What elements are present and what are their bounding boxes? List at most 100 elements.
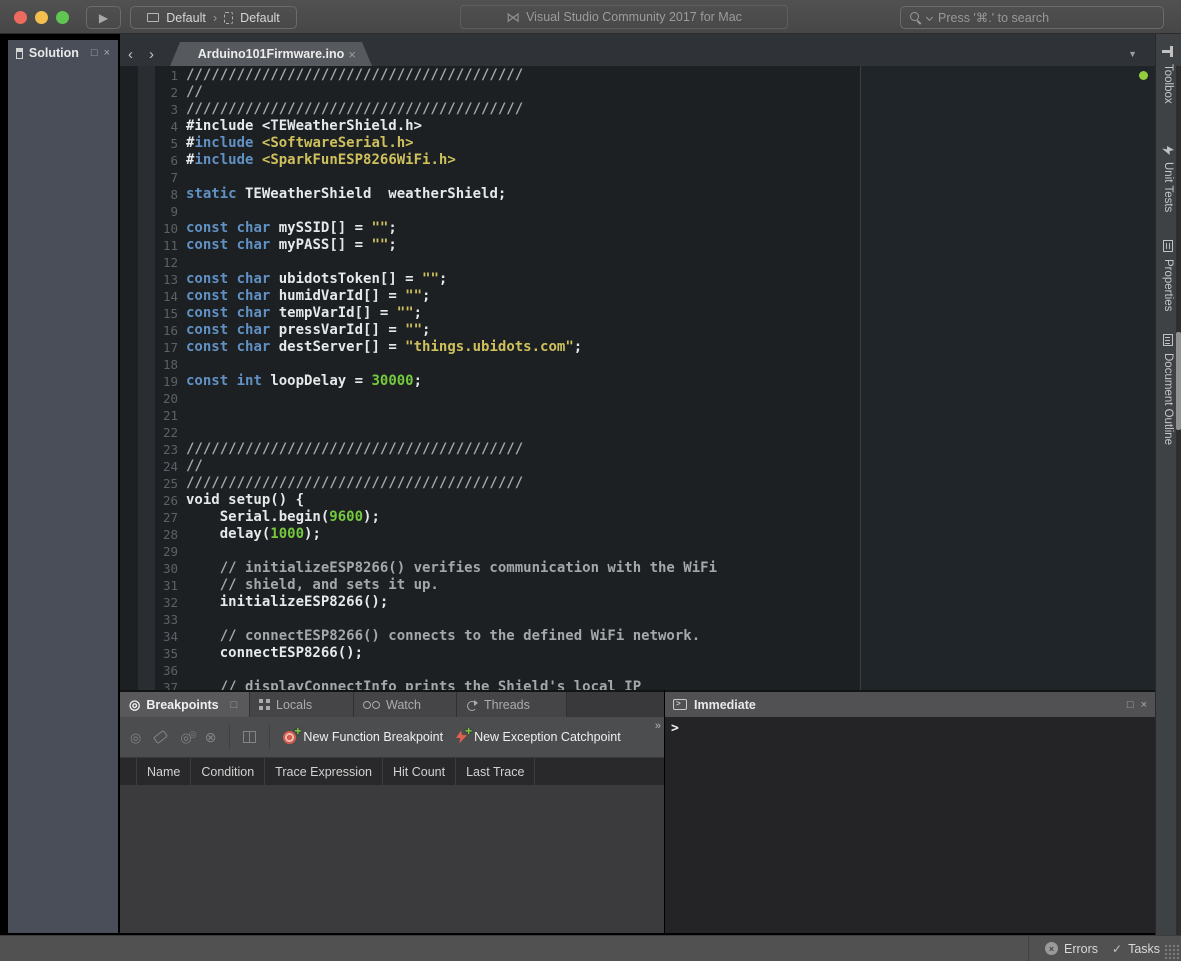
new-function-breakpoint-label: New Function Breakpoint [303, 730, 443, 744]
code-line-18[interactable]: 18 [120, 356, 1155, 373]
debug-tab-label: Breakpoints [146, 698, 218, 712]
watch-icon [363, 700, 380, 709]
code-line-2[interactable]: 2// [120, 84, 1155, 101]
code-text: //////////////////////////////////////// [186, 101, 523, 118]
line-number: 29 [120, 543, 178, 560]
toolbar-overflow-icon[interactable]: » [655, 720, 661, 732]
code-line-19[interactable]: 19const int loopDelay = 30000; [120, 373, 1155, 390]
errors-button[interactable]: × Errors [1045, 936, 1098, 961]
close-tab-icon[interactable]: × [348, 47, 356, 62]
code-line-22[interactable]: 22 [120, 424, 1155, 441]
resize-grip[interactable] [1164, 944, 1179, 959]
sidebar-scrollbar-thumb[interactable] [1176, 332, 1181, 430]
code-text: #include <SoftwareSerial.h> [186, 135, 414, 152]
token-p: void setup() { [186, 492, 304, 508]
close-window-button[interactable] [14, 11, 27, 24]
close-panel-button[interactable]: × [104, 47, 110, 59]
debug-tab-watch[interactable]: Watch [354, 692, 457, 717]
dock-panel-button[interactable]: □ [231, 699, 238, 711]
code-line-31[interactable]: 31 // shield, and sets it up. [120, 577, 1155, 594]
run-button[interactable]: ▶ [86, 6, 121, 29]
token-p: ; [574, 339, 582, 355]
token-p: ; [422, 322, 430, 338]
tab-list-dropdown-icon[interactable]: ▼ [1128, 49, 1137, 59]
remove-breakpoint-icon[interactable]: ⊗ [205, 729, 217, 746]
code-line-7[interactable]: 7 [120, 169, 1155, 186]
breakpoint-icon[interactable]: ◎ [130, 731, 141, 744]
minimize-window-button[interactable] [35, 11, 48, 24]
code-line-26[interactable]: 26void setup() { [120, 492, 1155, 509]
code-line-30[interactable]: 30 // initializeESP8266() verifies commu… [120, 560, 1155, 577]
token-p: ); [363, 509, 380, 525]
token-c: // [186, 458, 203, 474]
code-line-21[interactable]: 21 [120, 407, 1155, 424]
line-number: 4 [120, 118, 178, 135]
token-p: ; [422, 288, 430, 304]
column-header-last-trace[interactable]: Last Trace [456, 758, 535, 785]
code-line-20[interactable]: 20 [120, 390, 1155, 407]
sidebar-scrollbar-track[interactable] [1176, 66, 1181, 935]
code-line-33[interactable]: 33 [120, 611, 1155, 628]
column-header-name[interactable]: Name [137, 758, 191, 785]
code-text: const char humidVarId[] = ""; [186, 288, 430, 305]
code-line-3[interactable]: 3///////////////////////////////////////… [120, 101, 1155, 118]
navigate-forward-button[interactable]: › [149, 47, 154, 62]
dock-panel-button[interactable]: □ [1127, 699, 1134, 711]
code-line-9[interactable]: 9 [120, 203, 1155, 220]
clear-breakpoint-icon[interactable] [153, 730, 168, 744]
debug-tab-breakpoints[interactable]: ◎Breakpoints□× [120, 692, 250, 717]
code-line-23[interactable]: 23//////////////////////////////////////… [120, 441, 1155, 458]
code-line-1[interactable]: 1///////////////////////////////////////… [120, 67, 1155, 84]
navigate-back-button[interactable]: ‹ [128, 47, 133, 62]
columns-options-icon[interactable] [243, 731, 256, 743]
code-line-13[interactable]: 13const char ubidotsToken[] = ""; [120, 271, 1155, 288]
code-line-11[interactable]: 11const char myPASS[] = ""; [120, 237, 1155, 254]
code-line-14[interactable]: 14const char humidVarId[] = ""; [120, 288, 1155, 305]
debug-tab-threads[interactable]: Threads [457, 692, 567, 717]
line-number: 37 [120, 679, 178, 690]
code-editor[interactable]: 1///////////////////////////////////////… [120, 66, 1155, 690]
code-line-37[interactable]: 37 // displayConnectInfo prints the Shie… [120, 679, 1155, 690]
code-line-8[interactable]: 8static TEWeatherShield weatherShield; [120, 186, 1155, 203]
column-header-hit-count[interactable]: Hit Count [383, 758, 456, 785]
token-k: char [237, 322, 271, 338]
token-k: include [194, 135, 253, 151]
code-line-5[interactable]: 5#include <SoftwareSerial.h> [120, 135, 1155, 152]
dock-panel-button[interactable]: □ [91, 47, 98, 59]
tab-arduino101firmware[interactable]: Arduino101Firmware.ino × [170, 42, 372, 66]
breakpoints-list-area[interactable] [120, 785, 664, 933]
code-line-28[interactable]: 28 delay(1000); [120, 526, 1155, 543]
column-header-condition[interactable]: Condition [191, 758, 265, 785]
code-text: // [186, 84, 203, 101]
global-search-input[interactable]: Press '⌘.' to search [900, 6, 1164, 29]
code-line-32[interactable]: 32 initializeESP8266(); [120, 594, 1155, 611]
code-line-17[interactable]: 17const char destServer[] = "things.ubid… [120, 339, 1155, 356]
code-text: #include <SparkFunESP8266WiFi.h> [186, 152, 456, 169]
line-number: 8 [120, 186, 178, 203]
column-header-trace-expression[interactable]: Trace Expression [265, 758, 383, 785]
code-line-35[interactable]: 35 connectESP8266(); [120, 645, 1155, 662]
code-line-12[interactable]: 12 [120, 254, 1155, 271]
solution-panel-title: Solution [29, 46, 79, 60]
token-k: const [186, 220, 228, 236]
new-exception-catchpoint-button[interactable]: New Exception Catchpoint [456, 730, 621, 744]
tasks-button[interactable]: ✓ Tasks [1112, 936, 1160, 961]
code-line-25[interactable]: 25//////////////////////////////////////… [120, 475, 1155, 492]
code-line-36[interactable]: 36 [120, 662, 1155, 679]
debug-tab-locals[interactable]: Locals [250, 692, 354, 717]
zoom-window-button[interactable] [56, 11, 69, 24]
code-line-34[interactable]: 34 // connectESP8266() connects to the d… [120, 628, 1155, 645]
code-line-16[interactable]: 16const char pressVarId[] = ""; [120, 322, 1155, 339]
configuration-selector[interactable]: Default › Default [130, 6, 297, 29]
code-line-27[interactable]: 27 Serial.begin(9600); [120, 509, 1155, 526]
code-line-6[interactable]: 6#include <SparkFunESP8266WiFi.h> [120, 152, 1155, 169]
disable-all-breakpoints-icon[interactable]: ◎ [180, 731, 191, 744]
code-line-10[interactable]: 10const char mySSID[] = ""; [120, 220, 1155, 237]
code-line-4[interactable]: 4#include <TEWeatherShield.h> [120, 118, 1155, 135]
immediate-input-area[interactable]: > [665, 717, 1155, 741]
code-line-15[interactable]: 15const char tempVarId[] = ""; [120, 305, 1155, 322]
code-line-29[interactable]: 29 [120, 543, 1155, 560]
code-line-24[interactable]: 24// [120, 458, 1155, 475]
new-function-breakpoint-button[interactable]: New Function Breakpoint [283, 730, 443, 744]
close-panel-button[interactable]: × [1141, 699, 1147, 711]
